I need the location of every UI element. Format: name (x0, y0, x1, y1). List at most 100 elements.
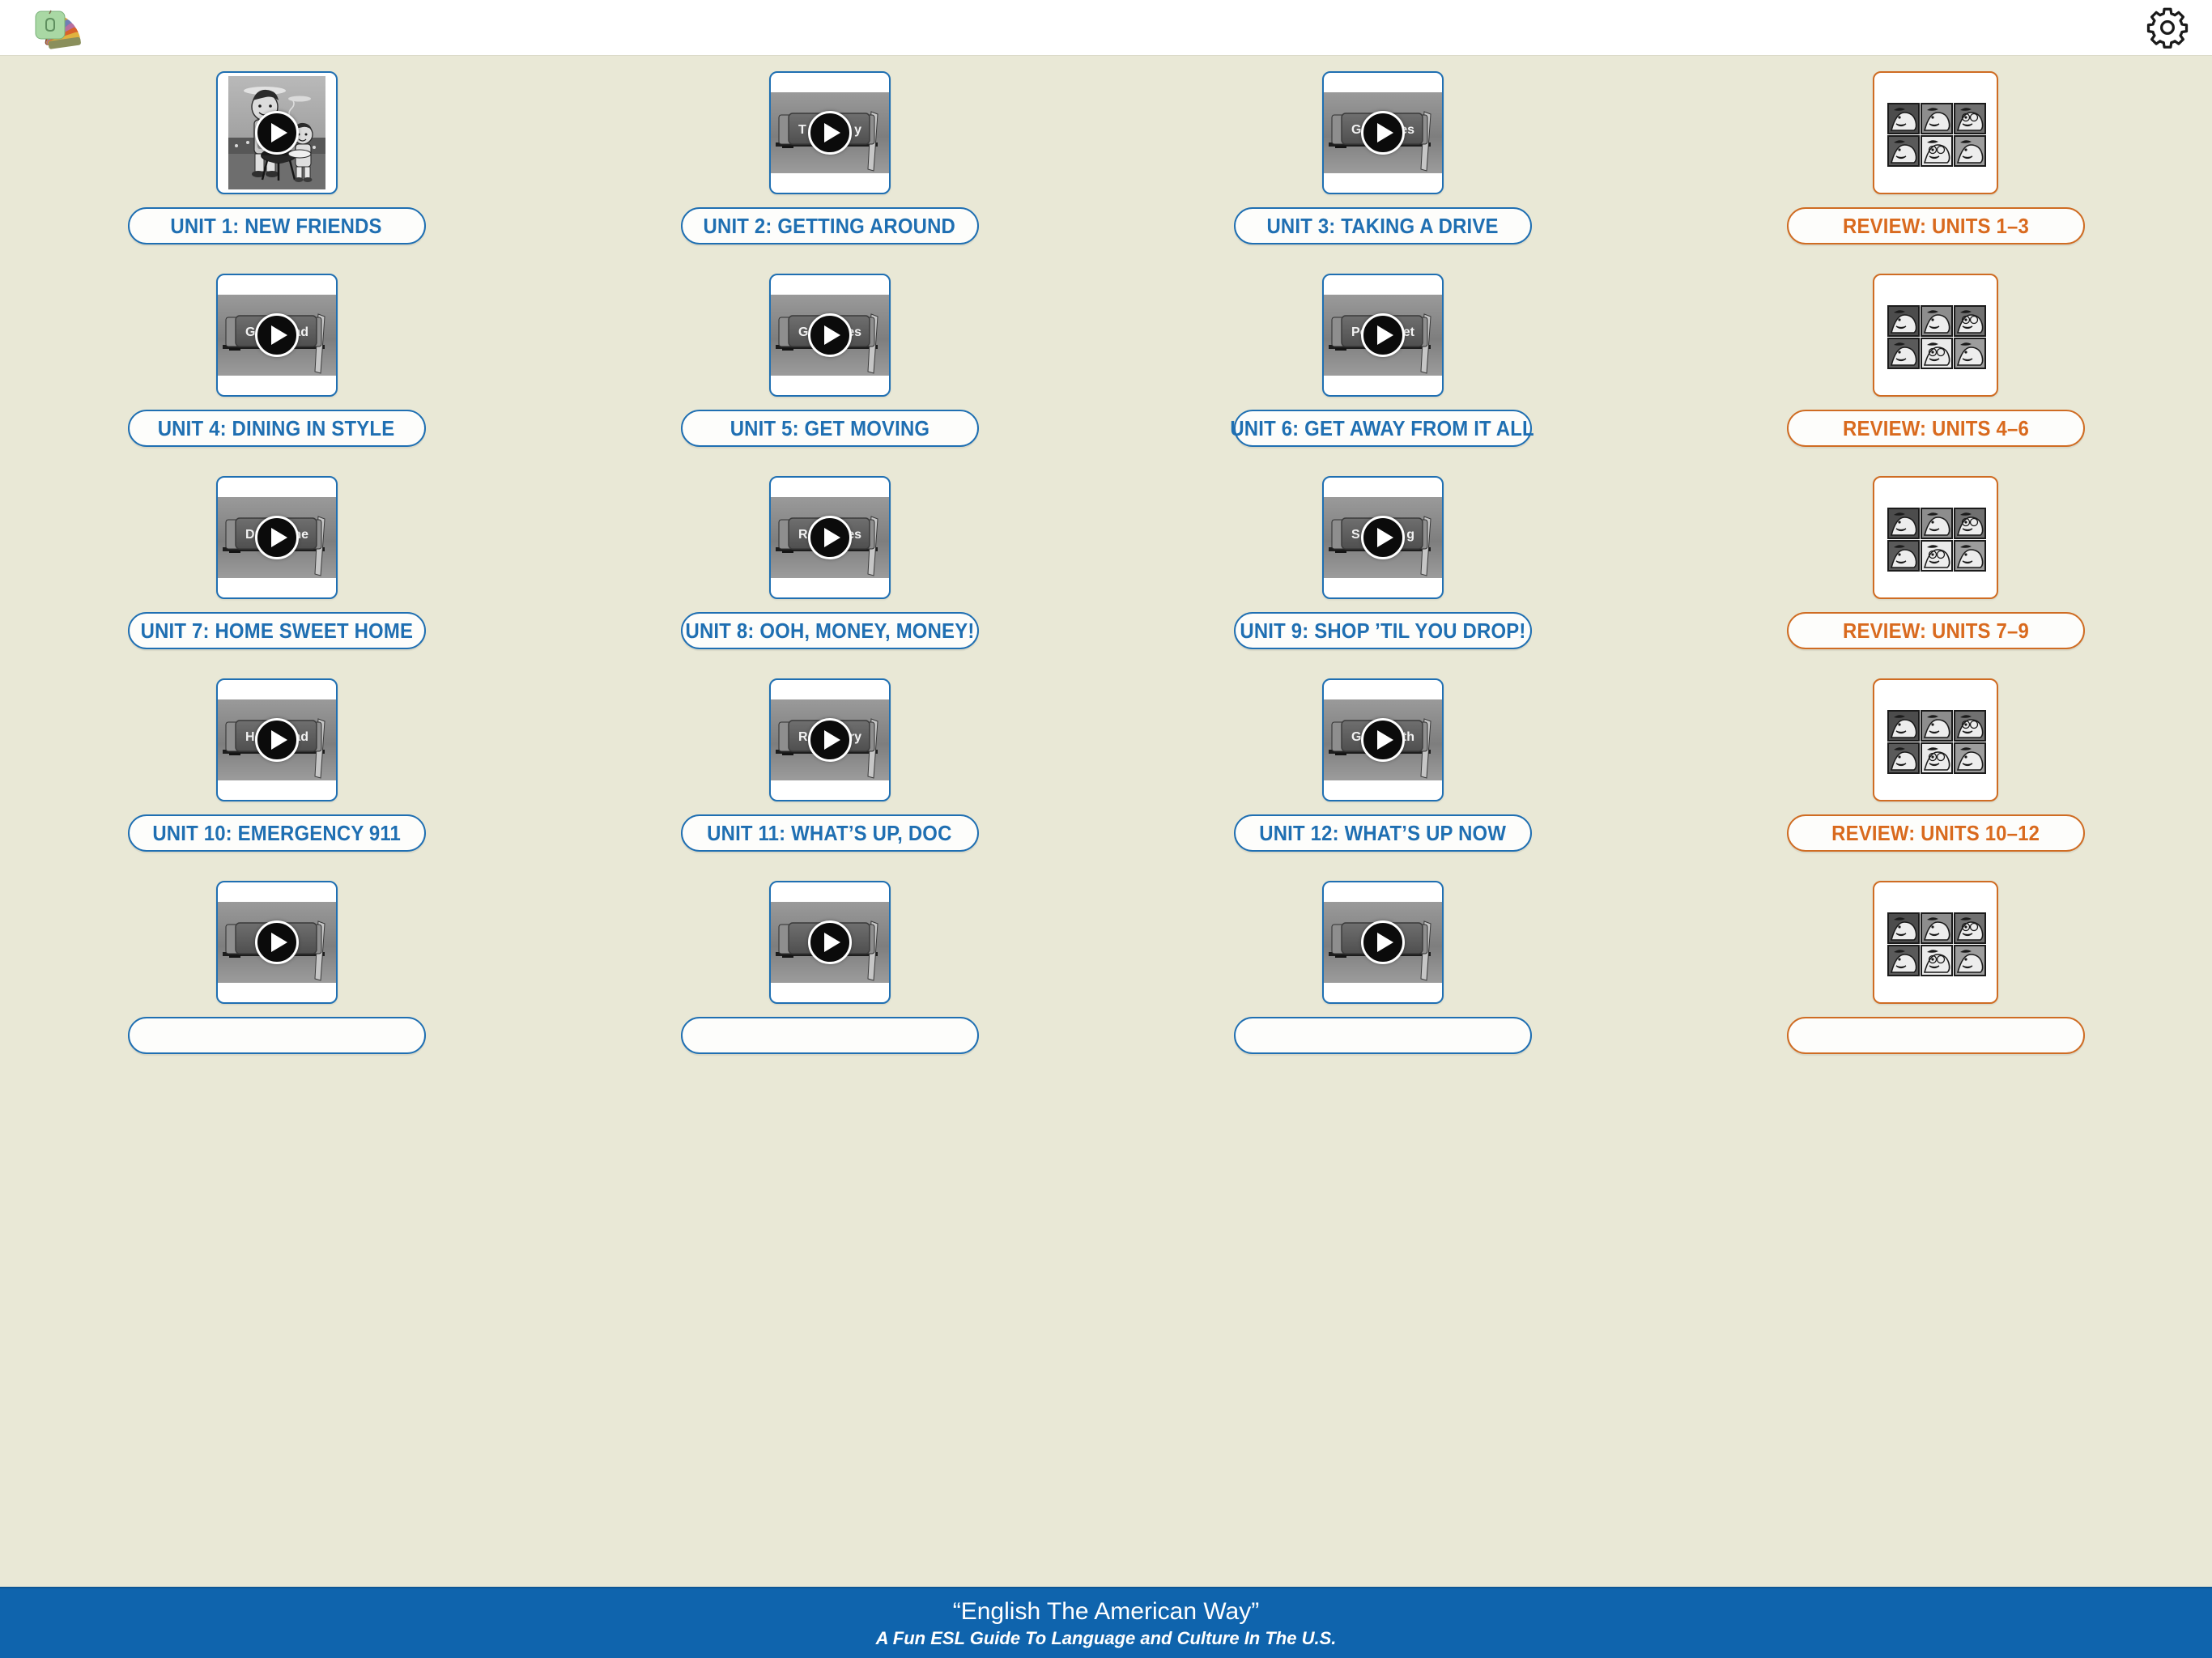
review-button[interactable]: REVIEW: UNITS 7–9 (1787, 612, 2085, 649)
review-thumbnail-card[interactable] (1873, 71, 1998, 194)
unit-thumbnail-card[interactable]: T y (769, 71, 891, 194)
gear-icon[interactable] (2136, 0, 2199, 55)
thumbnail-artwork (1874, 882, 1997, 1002)
units-scroll-area[interactable]: UNIT 1: NEW FRIENDS T y UNIT 2: GETTING … (0, 55, 2212, 1658)
color-swatch-fan-icon[interactable] (11, 3, 86, 52)
button-label: UNIT 9: SHOP ’TIL YOU DROP! (1240, 619, 1525, 644)
unit-cell: Go es UNIT 3: TAKING A DRIVE (1106, 71, 1659, 274)
review-button[interactable]: REVIEW: UNITS 10–12 (1787, 814, 2085, 852)
unit-cell: Go es UNIT 5: GET MOVING (553, 274, 1106, 476)
six-faces-comic-grid (1882, 92, 1989, 173)
six-faces-comic-grid (1882, 295, 1989, 376)
unit-thumbnail-card[interactable]: Roa es (769, 476, 891, 599)
review-thumbnail-card[interactable] (1873, 881, 1998, 1004)
review-button[interactable] (1787, 1017, 2085, 1054)
button-label: UNIT 1: NEW FRIENDS (171, 214, 382, 239)
unit-thumbnail-card[interactable]: Roa very (769, 678, 891, 801)
thumbnail-artwork (1874, 275, 1997, 395)
unit-thumbnail-card[interactable]: Go es (1322, 71, 1444, 194)
unit-cell (1106, 881, 1659, 1083)
button-label: UNIT 5: GET MOVING (730, 416, 929, 441)
button-label: UNIT 6: GET AWAY FROM IT ALL (1231, 416, 1534, 441)
play-icon[interactable] (255, 516, 299, 559)
six-faces-comic-grid (1882, 902, 1989, 983)
svg-text:S: S (1351, 528, 1360, 542)
review-button[interactable]: REVIEW: UNITS 4–6 (1787, 410, 2085, 447)
svg-text:T: T (798, 123, 806, 137)
play-icon[interactable] (1361, 516, 1405, 559)
unit-cell: REVIEW: UNITS 1–3 (1659, 71, 2212, 274)
unit-button[interactable]: UNIT 1: NEW FRIENDS (128, 207, 426, 244)
unit-button[interactable] (128, 1017, 426, 1054)
play-icon[interactable] (1361, 920, 1405, 964)
unit-cell: Go lth UNIT 12: WHAT’S UP NOW (1106, 678, 1659, 881)
unit-thumbnail-card[interactable] (1322, 881, 1444, 1004)
unit-cell: REVIEW: UNITS 4–6 (1659, 274, 2212, 476)
button-label: UNIT 12: WHAT’S UP NOW (1259, 821, 1506, 846)
unit-button[interactable] (681, 1017, 979, 1054)
play-icon[interactable] (1361, 313, 1405, 357)
play-icon[interactable] (808, 718, 852, 762)
unit-button[interactable] (1234, 1017, 1532, 1054)
unit-cell (1659, 881, 2212, 1083)
unit-button[interactable]: UNIT 6: GET AWAY FROM IT ALL (1234, 410, 1532, 447)
unit-thumbnail-card[interactable] (216, 71, 338, 194)
unit-button[interactable]: UNIT 8: OOH, MONEY, MONEY! (681, 612, 979, 649)
play-icon[interactable] (1361, 718, 1405, 762)
unit-button[interactable]: UNIT 10: EMERGENCY 911 (128, 814, 426, 852)
unit-thumbnail-card[interactable] (216, 881, 338, 1004)
button-label: REVIEW: UNITS 4–6 (1842, 416, 2028, 441)
play-icon[interactable] (808, 516, 852, 559)
thumbnail-artwork (1874, 680, 1997, 800)
unit-thumbnail-card[interactable] (769, 881, 891, 1004)
svg-text:g: g (1406, 528, 1414, 542)
play-icon[interactable] (255, 313, 299, 357)
unit-button[interactable]: UNIT 9: SHOP ’TIL YOU DROP! (1234, 612, 1532, 649)
button-label: REVIEW: UNITS 10–12 (1831, 821, 2040, 846)
unit-cell: T y UNIT 2: GETTING AROUND (553, 71, 1106, 274)
review-thumbnail-card[interactable] (1873, 476, 1998, 599)
play-icon[interactable] (1361, 111, 1405, 155)
unit-button[interactable]: UNIT 4: DINING IN STYLE (128, 410, 426, 447)
unit-thumbnail-card[interactable]: Dre ne (216, 476, 338, 599)
units-grid: UNIT 1: NEW FRIENDS T y UNIT 2: GETTING … (0, 55, 2212, 1083)
play-icon[interactable] (808, 313, 852, 357)
unit-thumbnail-card[interactable]: Go lth (1322, 678, 1444, 801)
unit-button[interactable]: UNIT 5: GET MOVING (681, 410, 979, 447)
unit-thumbnail-card[interactable]: S g (1322, 476, 1444, 599)
play-icon[interactable] (255, 920, 299, 964)
unit-cell: Roa es UNIT 8: OOH, MONEY, MONEY! (553, 476, 1106, 678)
button-label: UNIT 8: OOH, MONEY, MONEY! (685, 619, 974, 644)
unit-cell (553, 881, 1106, 1083)
button-label: UNIT 10: EMERGENCY 911 (152, 821, 401, 846)
unit-button[interactable]: UNIT 7: HOME SWEET HOME (128, 612, 426, 649)
unit-cell (0, 881, 553, 1083)
unit-button[interactable]: UNIT 3: TAKING A DRIVE (1234, 207, 1532, 244)
svg-text:y: y (854, 123, 861, 137)
play-icon[interactable] (808, 920, 852, 964)
unit-cell: Dre ne UNIT 7: HOME SWEET HOME (0, 476, 553, 678)
button-label: UNIT 4: DINING IN STYLE (158, 416, 395, 441)
thumbnail-artwork (1874, 478, 1997, 597)
six-faces-comic-grid (1882, 497, 1989, 578)
play-icon[interactable] (255, 111, 299, 155)
unit-cell: Roa very UNIT 11: WHAT’S UP, DOC (553, 678, 1106, 881)
unit-cell: He ad UNIT 10: EMERGENCY 911 (0, 678, 553, 881)
unit-cell: S g UNIT 9: SHOP ’TIL YOU DROP! (1106, 476, 1659, 678)
review-button[interactable]: REVIEW: UNITS 1–3 (1787, 207, 2085, 244)
play-icon[interactable] (808, 111, 852, 155)
unit-thumbnail-card[interactable]: Pea iet (1322, 274, 1444, 397)
review-thumbnail-card[interactable] (1873, 678, 1998, 801)
unit-cell: REVIEW: UNITS 10–12 (1659, 678, 2212, 881)
app-footer: “English The American Way” A Fun ESL Gui… (0, 1587, 2212, 1658)
play-icon[interactable] (255, 718, 299, 762)
unit-thumbnail-card[interactable]: He ad (216, 678, 338, 801)
unit-button[interactable]: UNIT 12: WHAT’S UP NOW (1234, 814, 1532, 852)
unit-thumbnail-card[interactable]: Goo ead (216, 274, 338, 397)
button-label: REVIEW: UNITS 7–9 (1842, 619, 2028, 644)
review-thumbnail-card[interactable] (1873, 274, 1998, 397)
unit-thumbnail-card[interactable]: Go es (769, 274, 891, 397)
unit-button[interactable]: UNIT 11: WHAT’S UP, DOC (681, 814, 979, 852)
unit-button[interactable]: UNIT 2: GETTING AROUND (681, 207, 979, 244)
button-label: REVIEW: UNITS 1–3 (1842, 214, 2028, 239)
